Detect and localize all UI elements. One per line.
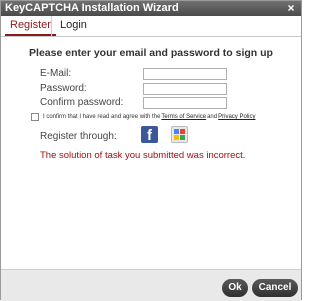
- google-plus-icon[interactable]: [171, 126, 188, 143]
- tab-login[interactable]: Login: [51, 16, 92, 36]
- installation-wizard-dialog: KeyCAPTCHA Installation Wizard × Registe…: [0, 0, 302, 301]
- window-title: KeyCAPTCHA Installation Wizard: [5, 2, 179, 14]
- tab-register[interactable]: Register: [5, 16, 56, 36]
- password-field[interactable]: [143, 83, 227, 95]
- logo-red-square: [180, 129, 185, 134]
- cancel-button[interactable]: Cancel: [252, 279, 298, 297]
- logo-green-square: [180, 135, 185, 140]
- terms-of-service-link[interactable]: Terms of Service: [161, 114, 206, 120]
- email-field[interactable]: [143, 68, 227, 80]
- confirm-password-field[interactable]: [143, 97, 227, 109]
- email-label: E-Mail:: [40, 68, 72, 79]
- title-bar: KeyCAPTCHA Installation Wizard ×: [1, 1, 301, 16]
- facebook-icon[interactable]: f: [141, 126, 158, 143]
- google-logo-graphic: [174, 129, 185, 140]
- form-heading: Please enter your email and password to …: [29, 47, 273, 59]
- privacy-policy-link[interactable]: Privacy Policy: [218, 114, 255, 120]
- tab-bar: Register Login: [1, 16, 301, 37]
- error-message: The solution of task you submitted was i…: [40, 150, 246, 161]
- logo-yellow-square: [174, 135, 179, 140]
- terms-agreement-row: I confirm that I have read and agree wit…: [31, 112, 256, 122]
- logo-blue-square: [174, 129, 179, 134]
- agree-text: I confirm that I have read and agree wit…: [43, 114, 161, 120]
- confirm-password-label: Confirm password:: [40, 97, 124, 108]
- close-icon[interactable]: ×: [286, 1, 296, 16]
- dialog-footer: Ok Cancel: [1, 269, 301, 301]
- agree-and-text: and: [207, 114, 218, 120]
- agree-checkbox[interactable]: [31, 113, 39, 121]
- register-through-label: Register through:: [40, 131, 117, 142]
- ok-button[interactable]: Ok: [222, 279, 248, 297]
- password-label: Password:: [40, 83, 87, 94]
